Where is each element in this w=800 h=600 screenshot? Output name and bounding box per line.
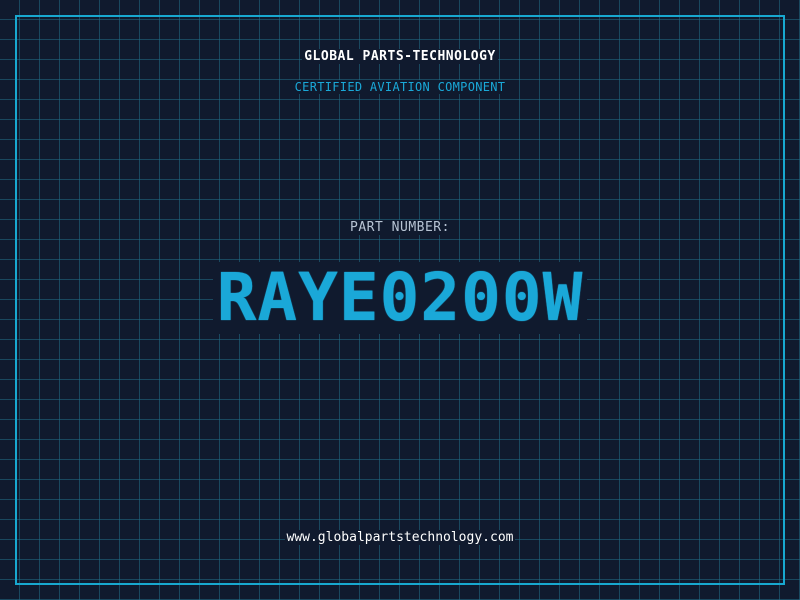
website-url: www.globalpartstechnology.com [0,530,800,545]
part-number-label-text: PART NUMBER: [348,220,452,235]
part-number-value-text: RAYE0200W [212,262,588,334]
website-url-text: www.globalpartstechnology.com [284,530,516,545]
part-number-value: RAYE0200W [0,262,800,334]
part-display-screen: GLOBAL PARTS-TECHNOLOGY CERTIFIED AVIATI… [0,0,800,600]
certification-subtitle: CERTIFIED AVIATION COMPONENT [0,80,800,94]
part-number-label: PART NUMBER: [0,220,800,235]
certification-subtitle-text: CERTIFIED AVIATION COMPONENT [292,80,508,94]
company-name-text: GLOBAL PARTS-TECHNOLOGY [302,49,498,64]
company-name: GLOBAL PARTS-TECHNOLOGY [0,49,800,64]
